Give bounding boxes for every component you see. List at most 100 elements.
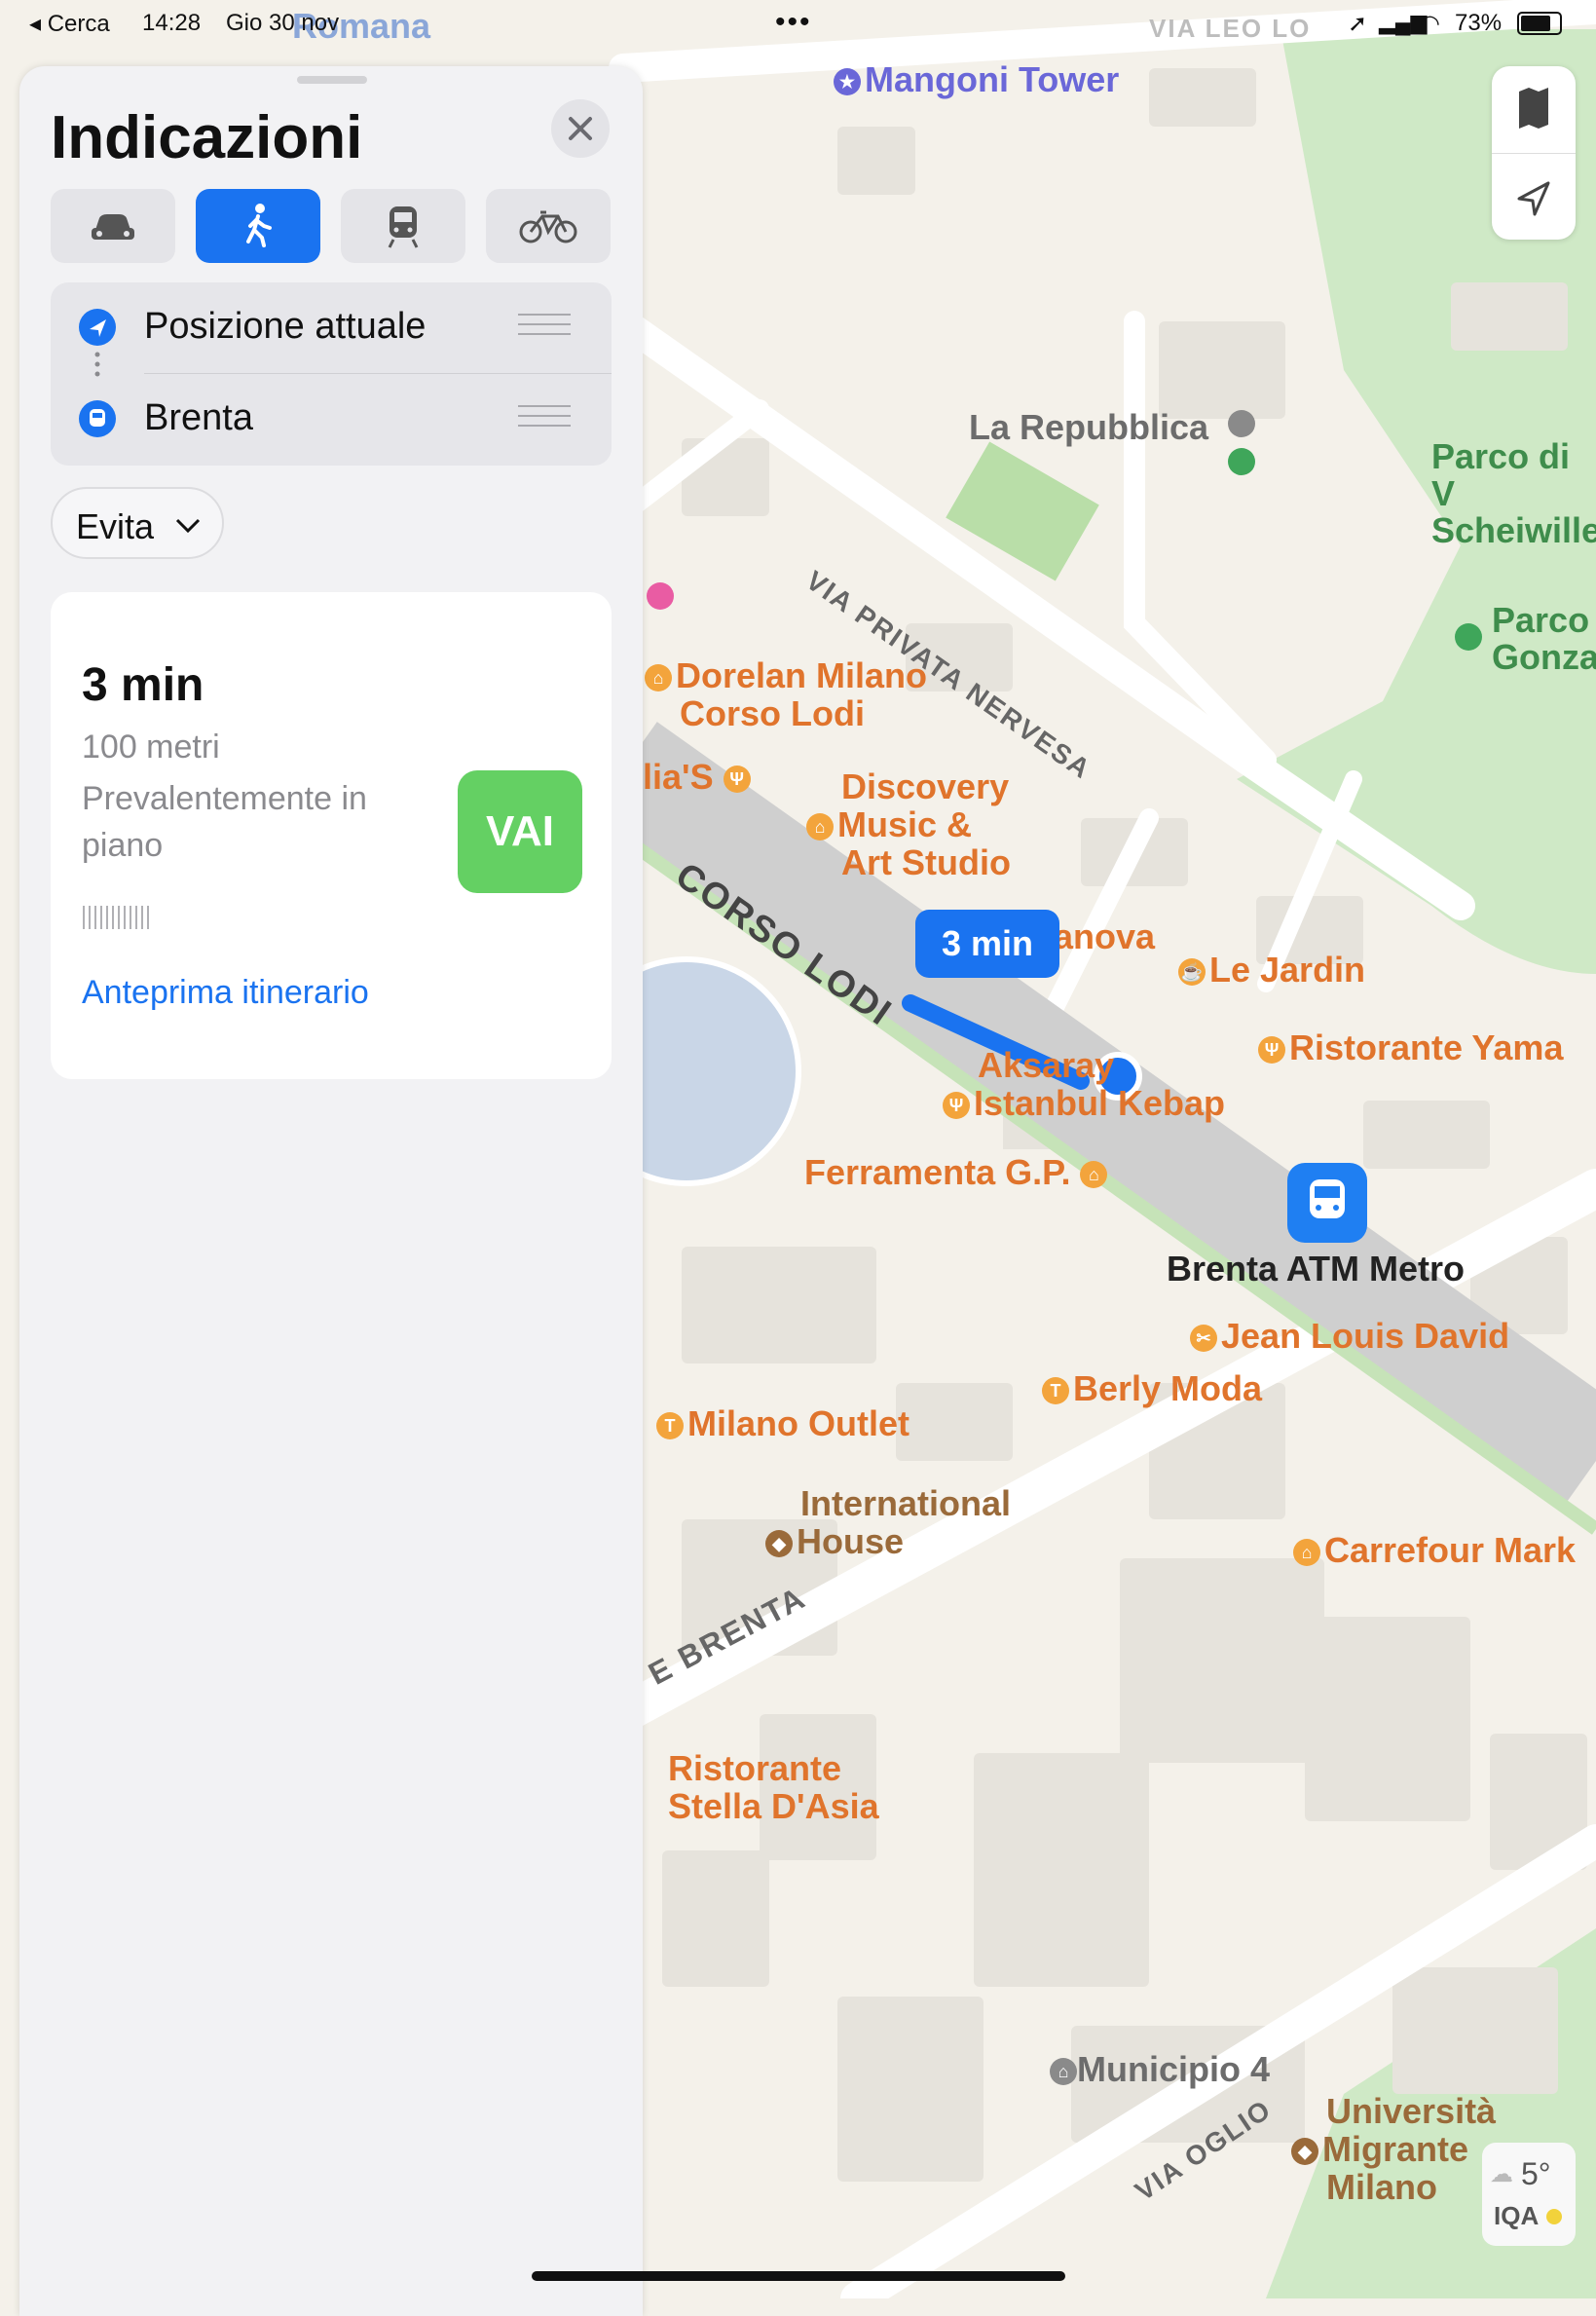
- poi-label: Music &: [837, 804, 973, 844]
- poi-label: Art Studio: [841, 842, 1011, 882]
- reorder-handle-icon[interactable]: [518, 314, 571, 339]
- poi-label: Corso Lodi: [680, 693, 865, 733]
- poi-label: Gonza: [1492, 637, 1596, 677]
- multitask-dots-icon[interactable]: •••: [775, 6, 812, 39]
- poi-label: Mangoni Tower: [865, 59, 1120, 99]
- poi-label: Berly Moda: [1073, 1368, 1263, 1408]
- destination-row[interactable]: Brenta: [51, 374, 612, 464]
- poi-ristorante-yama[interactable]: Ψ Ristorante Yama: [1258, 1028, 1563, 1066]
- poi-label: Aksaray: [978, 1045, 1115, 1085]
- poi-label: Ferramenta G.P.: [804, 1152, 1071, 1192]
- wifi-icon: ◠: [1420, 11, 1440, 37]
- poi-label: House: [797, 1521, 905, 1561]
- walking-icon: [246, 204, 272, 247]
- poi-label: Municipio 4: [1077, 2049, 1270, 2089]
- poi-municipio-4[interactable]: ⌂ Municipio 4: [1050, 2049, 1270, 2090]
- poi-mangoni-tower[interactable]: ★ Mangoni Tower: [834, 60, 1119, 98]
- avoid-options-button[interactable]: Evita: [51, 487, 224, 559]
- poi-label: Milano: [1326, 2167, 1437, 2207]
- poi-label: Parco di V: [1431, 436, 1571, 513]
- route-endpoints: Posizione attuale Brenta: [51, 282, 612, 466]
- route-distance: 100 metri: [82, 728, 220, 766]
- poi-anova[interactable]: anova: [1054, 917, 1155, 955]
- map-mode-icon[interactable]: [1492, 66, 1576, 153]
- status-date: Gio 30 nov: [226, 10, 340, 36]
- poi-aksaray[interactable]: Aksaray Ψ Istanbul Kebap: [943, 1046, 1225, 1122]
- route-description: Prevalentemente in piano: [82, 780, 367, 864]
- go-button[interactable]: VAI: [458, 770, 582, 893]
- poi-ferramenta[interactable]: Ferramenta G.P. ⌂: [804, 1153, 1111, 1191]
- panel-grabber[interactable]: [297, 76, 367, 84]
- mode-car-button[interactable]: [51, 189, 175, 263]
- origin-row[interactable]: Posizione attuale: [51, 282, 612, 372]
- poi-brenta-atm-metro[interactable]: Brenta ATM Metro: [1167, 1249, 1465, 1289]
- directions-panel: Indicazioni Posizione attuale Brenta Evi…: [19, 66, 643, 2316]
- origin-label: Posizione attuale: [144, 306, 427, 347]
- poi-stella-dasia[interactable]: Ristorante Stella D'Asia: [647, 1749, 879, 1825]
- poi-label: Ristorante: [668, 1748, 842, 1788]
- transit-icon: [388, 206, 419, 248]
- poi-dorelan[interactable]: ⌂ Dorelan Milano Corso Lodi: [645, 656, 927, 732]
- poi-label: Ristorante Yama: [1289, 1027, 1564, 1067]
- poi-discovery[interactable]: Discovery ⌂ Music & Art Studio: [806, 767, 1011, 881]
- weather-widget[interactable]: ☁ 5° IQA: [1482, 2143, 1576, 2246]
- poi-label: anova: [1054, 916, 1156, 956]
- temperature: 5°: [1521, 2156, 1551, 2191]
- poi-label: Stella D'Asia: [668, 1786, 879, 1826]
- poi-le-jardin[interactable]: ☕ Le Jardin: [1178, 951, 1365, 989]
- poi-label: Migrante: [1322, 2129, 1469, 2169]
- poi-milano-outlet[interactable]: T Milano Outlet: [656, 1404, 909, 1442]
- status-time: 14:28: [142, 10, 202, 36]
- route-time: 3 min: [82, 659, 204, 711]
- poi-label: Milano Outlet: [687, 1403, 909, 1443]
- status-bar: ◂ Cerca 14:28 Gio 30 nov ••• ➚ ▂▄▆ ◠ 73%: [0, 0, 1596, 47]
- route-time-bubble[interactable]: 3 min: [915, 910, 1059, 978]
- metro-destination-icon: [79, 400, 116, 437]
- poi-parco-1[interactable]: Parco di V Scheiwille: [1431, 438, 1596, 549]
- transport-mode-selector: [51, 189, 612, 263]
- poi-label: lia'S: [643, 757, 714, 797]
- poi-lias[interactable]: lia'S Ψ: [643, 758, 755, 796]
- reorder-handle-icon[interactable]: [518, 405, 571, 430]
- route-option-card[interactable]: 3 min 100 metri Prevalentemente in piano…: [51, 592, 612, 1079]
- map-controls: [1492, 66, 1576, 240]
- bike-icon: [519, 210, 577, 243]
- home-indicator[interactable]: [532, 2271, 1065, 2281]
- train-icon: [1310, 1179, 1345, 1218]
- poi-international-house[interactable]: International ◆ House: [765, 1484, 1011, 1560]
- poi-carrefour[interactable]: ⌂ Carrefour Mark: [1293, 1531, 1576, 1569]
- poi-jean-louis-david[interactable]: ✂ Jean Louis David: [1190, 1317, 1509, 1355]
- cloud-icon: ☁: [1490, 2161, 1513, 2187]
- poi-label: Carrefour Mark: [1324, 1530, 1577, 1570]
- poi-label: Discovery: [841, 766, 1010, 806]
- battery-icon: [1517, 12, 1562, 35]
- location-icon: ➚: [1348, 11, 1368, 37]
- route-preview-link[interactable]: Anteprima itinerario: [82, 974, 369, 1012]
- metro-station-pin[interactable]: [1287, 1163, 1367, 1243]
- poi-label: La Repubblica: [969, 407, 1209, 447]
- poi-berly-moda[interactable]: T Berly Moda: [1042, 1369, 1262, 1407]
- chevron-down-icon: [175, 518, 201, 534]
- poi-label: Brenta ATM Metro: [1167, 1249, 1465, 1289]
- poi-label: Jean Louis David: [1221, 1316, 1510, 1356]
- poi-label: Scheiwille: [1431, 510, 1596, 550]
- poi-label: Università: [1326, 2091, 1497, 2131]
- avoid-label: Evita: [76, 506, 155, 546]
- poi-parco-2[interactable]: Parco Gonza: [1492, 602, 1596, 676]
- mode-transit-button[interactable]: [341, 189, 465, 263]
- poi-label: Dorelan Milano: [676, 655, 928, 695]
- poi-la-repubblica[interactable]: La Repubblica: [969, 407, 1208, 448]
- car-icon: [92, 214, 134, 240]
- location-arrow-icon[interactable]: [1492, 154, 1576, 241]
- poi-label: Istanbul Kebap: [974, 1083, 1226, 1123]
- poi-label: International: [800, 1483, 1012, 1523]
- aqi-dot: [1546, 2209, 1562, 2224]
- poi-universita[interactable]: Università ◆ Migrante Milano: [1291, 2092, 1496, 2206]
- poi-label: Parco: [1492, 600, 1590, 640]
- back-to-app[interactable]: ◂ Cerca: [29, 10, 110, 38]
- mode-walk-button[interactable]: [196, 189, 320, 263]
- close-button[interactable]: [551, 99, 610, 158]
- destination-label: Brenta: [144, 397, 253, 438]
- mode-bike-button[interactable]: [486, 189, 611, 263]
- panel-title: Indicazioni: [51, 104, 363, 171]
